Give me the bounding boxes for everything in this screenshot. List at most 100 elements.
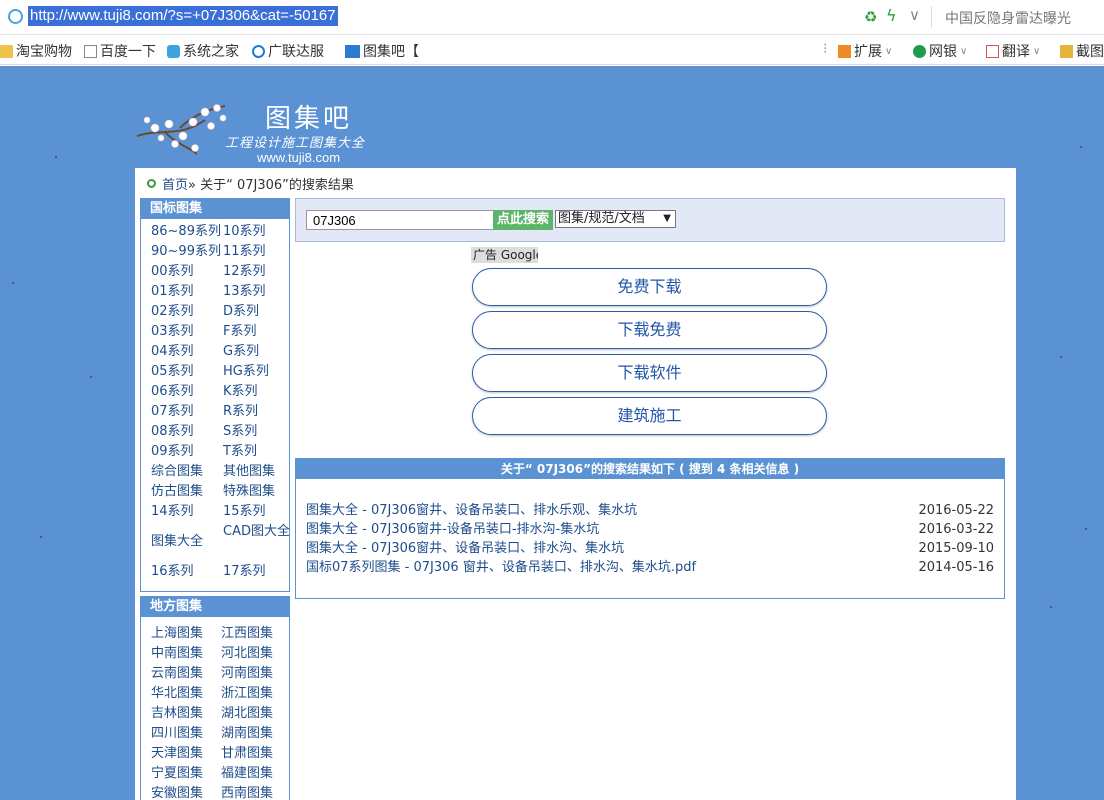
result-link[interactable]: 图集大全 - 07J306窗井、设备吊装口、排水乐观、集水坑 [306, 501, 637, 520]
tool-bank[interactable]: 网银 ∨ [913, 41, 967, 61]
region-link[interactable]: 华北图集 [151, 684, 221, 704]
result-item: 国标07系列图集 - 07J306 窗井、设备吊装口、排水沟、集水坑.pdf 2… [306, 558, 994, 577]
search-button[interactable]: 点此搜索 [493, 210, 553, 230]
region-link[interactable]: 河北图集 [221, 644, 291, 664]
bullet-icon [147, 179, 156, 188]
bookmark-label: 广联达服 [268, 44, 324, 60]
url-input[interactable]: http://www.tuji8.com/?s=+07J306&cat=-501… [28, 6, 338, 26]
series-link[interactable]: 综合图集 [151, 462, 223, 482]
series-link[interactable]: CAD图大全 [223, 522, 295, 562]
series-link[interactable]: 86~89系列 [151, 222, 223, 242]
bg-star [40, 536, 42, 538]
breadcrumb-home[interactable]: 首页 [162, 174, 188, 193]
tuji8-icon [345, 44, 360, 58]
series-link[interactable]: K系列 [223, 382, 295, 402]
search-input[interactable] [306, 210, 494, 230]
result-item: 图集大全 - 07J306窗井、设备吊装口、排水沟、集水坑 2015-09-10 [306, 539, 994, 558]
site-logo[interactable]: 图集吧 工程设计施工图集大全 www.tuji8.com [135, 94, 395, 166]
ad-button[interactable]: 下载免费 [472, 311, 827, 349]
region-link[interactable]: 浙江图集 [221, 684, 291, 704]
region-link[interactable]: 湖北图集 [221, 704, 291, 724]
series-link[interactable]: 04系列 [151, 342, 223, 362]
results-list: 图集大全 - 07J306窗井、设备吊装口、排水乐观、集水坑 2016-05-2… [296, 479, 1004, 577]
series-link[interactable]: 11系列 [223, 242, 295, 262]
series-link[interactable]: 07系列 [151, 402, 223, 422]
series-link[interactable]: 12系列 [223, 262, 295, 282]
logo-title: 图集吧 [265, 104, 353, 134]
series-link[interactable]: 图集大全 [151, 522, 223, 562]
region-link[interactable]: 湖南图集 [221, 724, 291, 744]
series-link[interactable]: S系列 [223, 422, 295, 442]
region-link[interactable]: 安徽图集 [151, 784, 221, 800]
series-link[interactable]: 01系列 [151, 282, 223, 302]
difang-title: 地方图集 [141, 597, 289, 617]
series-link[interactable]: 03系列 [151, 322, 223, 342]
series-link[interactable]: 06系列 [151, 382, 223, 402]
region-link[interactable]: 云南图集 [151, 664, 221, 684]
tool-screenshot[interactable]: 截图 [1060, 41, 1104, 61]
result-date: 2016-03-22 [918, 522, 994, 537]
ad-button[interactable]: 建筑施工 [472, 397, 827, 435]
series-link[interactable]: T系列 [223, 442, 295, 462]
result-date: 2015-09-10 [918, 541, 994, 556]
series-link[interactable]: 02系列 [151, 302, 223, 322]
result-date: 2016-05-22 [918, 503, 994, 518]
series-link[interactable]: 13系列 [223, 282, 295, 302]
series-link[interactable]: 其他图集 [223, 462, 295, 482]
region-link[interactable]: 宁夏图集 [151, 764, 221, 784]
region-link[interactable]: 中南图集 [151, 644, 221, 664]
region-link[interactable]: 上海图集 [151, 624, 221, 644]
bookmark-glodon[interactable]: 广联达服 [252, 41, 324, 61]
series-link[interactable]: 仿古图集 [151, 482, 223, 502]
region-link[interactable]: 江西图集 [221, 624, 291, 644]
bookmark-baidu[interactable]: 百度一下 [84, 41, 156, 61]
category-select[interactable]: 图集/规范/文档 ▼ [555, 210, 676, 228]
series-link[interactable]: 09系列 [151, 442, 223, 462]
series-link[interactable]: 08系列 [151, 422, 223, 442]
chevron-down-icon[interactable]: ∨ [909, 6, 920, 24]
browser-logo-icon [8, 9, 23, 24]
series-link[interactable]: 00系列 [151, 262, 223, 282]
category-select-value: 图集/规范/文档 [558, 211, 645, 226]
region-link[interactable]: 天津图集 [151, 744, 221, 764]
result-link[interactable]: 国标07系列图集 - 07J306 窗井、设备吊装口、排水沟、集水坑.pdf [306, 558, 696, 577]
lightning-icon[interactable]: ϟ [886, 6, 897, 25]
region-link[interactable]: 吉林图集 [151, 704, 221, 724]
series-link[interactable]: F系列 [223, 322, 295, 342]
tool-translate[interactable]: 翻译 ∨ [986, 41, 1040, 61]
series-link[interactable]: 17系列 [223, 562, 295, 582]
bookmark-tuji8[interactable]: 图集吧【 [345, 41, 419, 61]
logo-subtitle: 工程设计施工图集大全 [225, 136, 366, 151]
bookmark-xitong[interactable]: 系统之家 [167, 41, 239, 61]
series-link[interactable]: 10系列 [223, 222, 295, 242]
logo-site: www.tuji8.com [257, 150, 341, 165]
region-link[interactable]: 甘肃图集 [221, 744, 291, 764]
more-icon[interactable]: ⁝ [823, 41, 827, 57]
series-link[interactable]: HG系列 [223, 362, 295, 382]
region-link[interactable]: 河南图集 [221, 664, 291, 684]
refresh-icon[interactable]: ♻ [864, 8, 877, 26]
series-link[interactable]: G系列 [223, 342, 295, 362]
bookmark-label: 图集吧【 [363, 44, 419, 60]
result-link[interactable]: 图集大全 - 07J306窗井、设备吊装口、排水沟、集水坑 [306, 539, 624, 558]
series-link[interactable]: R系列 [223, 402, 295, 422]
bookmark-label: 百度一下 [100, 44, 156, 60]
series-link[interactable]: D系列 [223, 302, 295, 322]
results-box: 关于“ 07J306”的搜索结果如下 ( 搜到 4 条相关信息 ) 图集大全 -… [295, 458, 1005, 599]
news-ticker[interactable]: 中国反隐身雷达曝光 [945, 8, 1071, 28]
series-link[interactable]: 特殊图集 [223, 482, 295, 502]
region-link[interactable]: 四川图集 [151, 724, 221, 744]
region-link[interactable]: 福建图集 [221, 764, 291, 784]
tool-label: 截图 [1076, 44, 1104, 60]
ad-button[interactable]: 下载软件 [472, 354, 827, 392]
bookmark-taobao[interactable]: 淘宝购物 [0, 41, 72, 61]
result-link[interactable]: 图集大全 - 07J306窗井-设备吊装口-排水沟-集水坑 [306, 520, 599, 539]
series-link[interactable]: 05系列 [151, 362, 223, 382]
series-link[interactable]: 16系列 [151, 562, 223, 582]
ad-button[interactable]: 免费下载 [472, 268, 827, 306]
series-link[interactable]: 15系列 [223, 502, 295, 522]
series-link[interactable]: 14系列 [151, 502, 223, 522]
series-link[interactable]: 90~99系列 [151, 242, 223, 262]
region-link[interactable]: 西南图集 [221, 784, 291, 800]
tool-extensions[interactable]: 扩展 ∨ [838, 41, 892, 61]
